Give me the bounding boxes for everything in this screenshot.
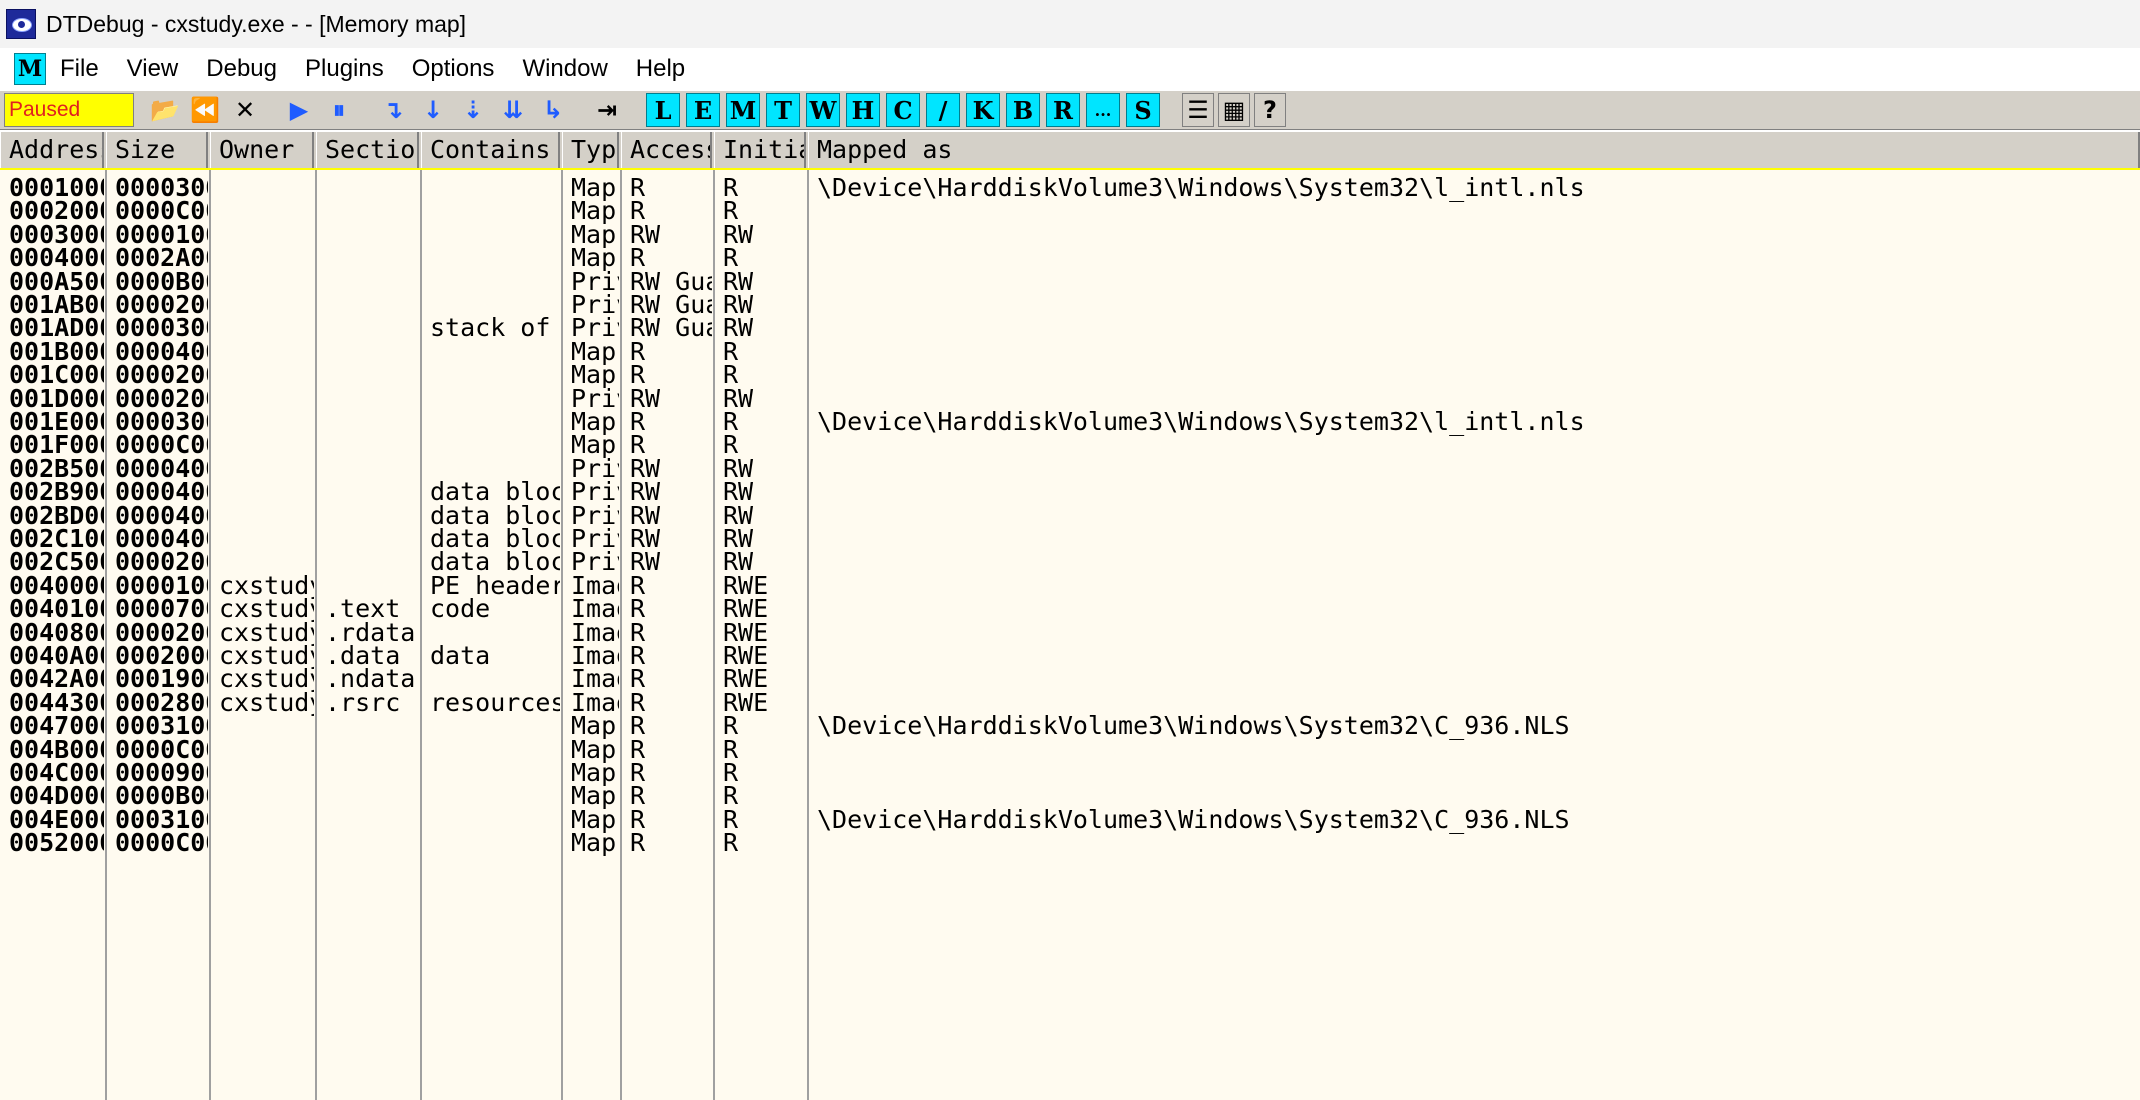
help-icon[interactable]: ? — [1254, 93, 1286, 127]
column-header-contains[interactable]: Contains — [421, 132, 560, 168]
menu-options[interactable]: Options — [412, 53, 495, 85]
run-icon[interactable]: ▶ — [282, 93, 316, 127]
column-header-type[interactable]: Type — [562, 132, 619, 168]
window-button-b[interactable]: B — [1006, 93, 1040, 127]
window-button-h[interactable]: H — [846, 93, 880, 127]
window-button-k[interactable]: K — [966, 93, 1000, 127]
trace-into-icon[interactable]: ⇣ — [456, 93, 490, 127]
column-header-mapped-as[interactable]: Mapped as — [808, 132, 2140, 168]
list-icon[interactable]: ☰ — [1182, 93, 1214, 127]
column-header-initial[interactable]: Initial — [714, 132, 806, 168]
menu-file[interactable]: File — [60, 53, 99, 85]
grid-icon[interactable]: ▦ — [1218, 93, 1250, 127]
cell-section — [316, 827, 419, 859]
window-button-c[interactable]: C — [886, 93, 920, 127]
cell-size: 0000C000 — [115, 828, 208, 858]
column-header-owner[interactable]: Owner — [210, 132, 314, 168]
execute-till-return-icon[interactable]: ↳ — [536, 93, 570, 127]
step-into-icon[interactable]: ↴ — [376, 93, 410, 127]
open-folder-icon[interactable]: 📂 — [148, 93, 182, 127]
window-button-m[interactable]: M — [726, 93, 760, 127]
menu-plugins[interactable]: Plugins — [305, 53, 384, 85]
window-button-r[interactable]: R — [1046, 93, 1080, 127]
status-indicator: Paused — [4, 93, 134, 127]
pause-icon[interactable]: ⏸ — [322, 93, 356, 127]
table-header: AddressSizeOwnerSectionContainsTypeAcces… — [0, 132, 2140, 170]
column-header-address[interactable]: Address — [0, 132, 104, 168]
title-bar: DTDebug - cxstudy.exe - - [Memory map] — [0, 0, 2140, 48]
step-over-icon[interactable]: ↓ — [416, 93, 450, 127]
rewind-icon[interactable]: ⏪ — [188, 93, 222, 127]
close-icon[interactable]: ✕ — [228, 93, 262, 127]
window-button-t[interactable]: T — [766, 93, 800, 127]
mdi-window-icon[interactable]: M — [14, 53, 46, 85]
menu-debug[interactable]: Debug — [206, 53, 277, 85]
eye-app-icon — [6, 9, 36, 39]
cell-address: 00520000 — [9, 828, 104, 858]
cell-initial: R — [723, 828, 739, 858]
menu-view[interactable]: View — [127, 53, 179, 85]
cell-contains — [421, 827, 560, 859]
memory-map-table[interactable]: AddressSizeOwnerSectionContainsTypeAcces… — [0, 132, 2140, 1100]
toolbar: Paused 📂 ⏪ ✕ ▶ ⏸ ↴ ↓ ⇣ ⇊ ↳ ⇥ L E M T W H C / K B R... S ☰ ▦? — [0, 90, 2140, 130]
window-button-patches[interactable]: / — [926, 93, 960, 127]
cell-owner — [210, 827, 314, 859]
cell-access: R — [630, 828, 646, 858]
trace-over-icon[interactable]: ⇊ — [496, 93, 530, 127]
cell-mapped-as — [808, 827, 2140, 859]
window-button-l[interactable]: L — [646, 93, 680, 127]
column-header-size[interactable]: Size — [106, 132, 208, 168]
table-row[interactable]: 00520000 0000C000 Map R R — [0, 827, 2140, 859]
window-button-s[interactable]: S — [1126, 93, 1160, 127]
menu-window[interactable]: Window — [522, 53, 607, 85]
window-title: DTDebug - cxstudy.exe - - [Memory map] — [46, 10, 467, 37]
column-header-access[interactable]: Access — [621, 132, 712, 168]
window-button-references[interactable]: ... — [1086, 93, 1120, 127]
column-header-section[interactable]: Section — [316, 132, 419, 168]
window-button-w[interactable]: W — [806, 93, 840, 127]
menu-bar: M File View Debug Plugins Options Window… — [0, 48, 2140, 90]
menu-help[interactable]: Help — [636, 53, 685, 85]
go-to-icon[interactable]: ⇥ — [590, 93, 624, 127]
window-button-e[interactable]: E — [686, 93, 720, 127]
cell-type: Map — [571, 828, 617, 858]
